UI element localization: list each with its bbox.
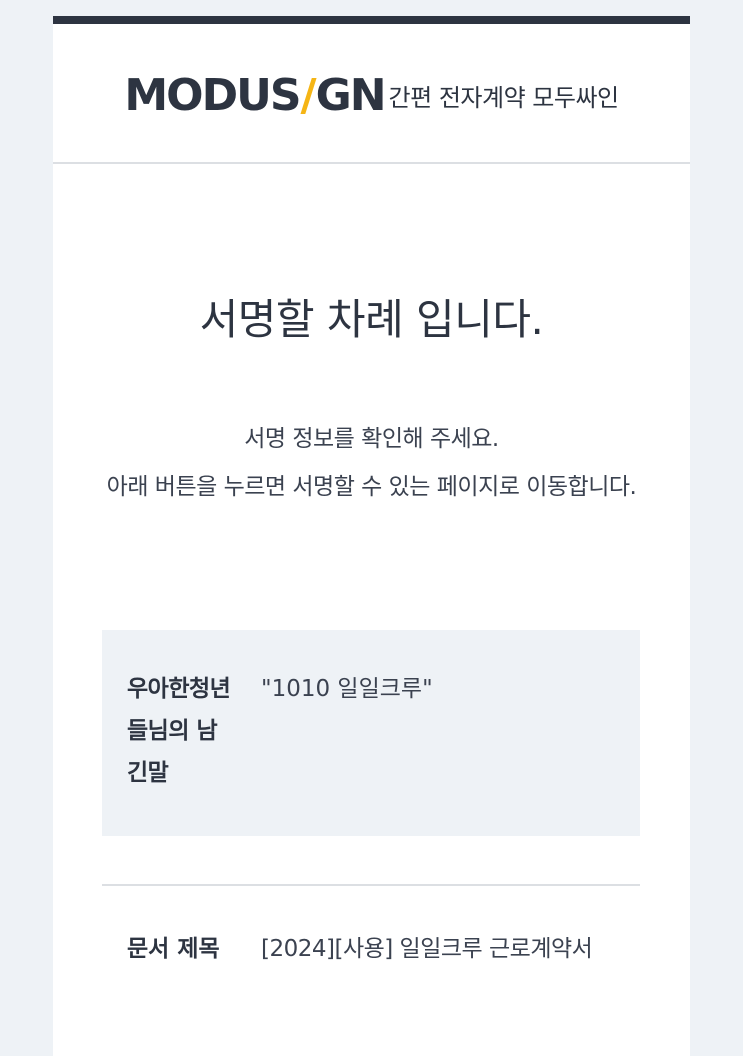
modusign-logo: MODUS / GN [124,69,387,121]
page-title: 서명할 차례 입니다. [199,295,544,344]
sender-message-label: 우아한청년들님의 남긴말 [127,676,231,786]
header: MODUS / GN 간편 전자계약 모두싸인 [53,24,690,164]
signing-card: MODUS / GN 간편 전자계약 모두싸인 서명할 차례 입니다. 서명 정보를… [53,16,690,1056]
logo-slash: / [300,69,317,121]
sender-message-panel: 우아한청년들님의 남긴말 "1010 일일크루" [102,630,640,836]
logo-text-right: GN [315,69,387,121]
logo-text-left: MODUS [124,69,301,121]
sender-message-value: "1010 일일크루" [261,676,433,702]
document-title-row: 문서 제목 [2024][사용] 일일크루 근로계약서 [127,927,627,971]
document-title-label: 문서 제목 [127,936,220,962]
description-line-1: 서명 정보를 확인해 주세요. [244,426,499,452]
logo-tagline: 간편 전자계약 모두싸인 [388,83,620,112]
page-description: 서명 정보를 확인해 주세요. 아래 버튼을 누르면 서명할 수 있는 페이지로… [53,415,690,511]
section-divider [102,884,640,886]
document-title-value: [2024][사용] 일일크루 근로계약서 [261,936,593,962]
description-line-2: 아래 버튼을 누르면 서명할 수 있는 페이지로 이동합니다. [106,474,637,500]
